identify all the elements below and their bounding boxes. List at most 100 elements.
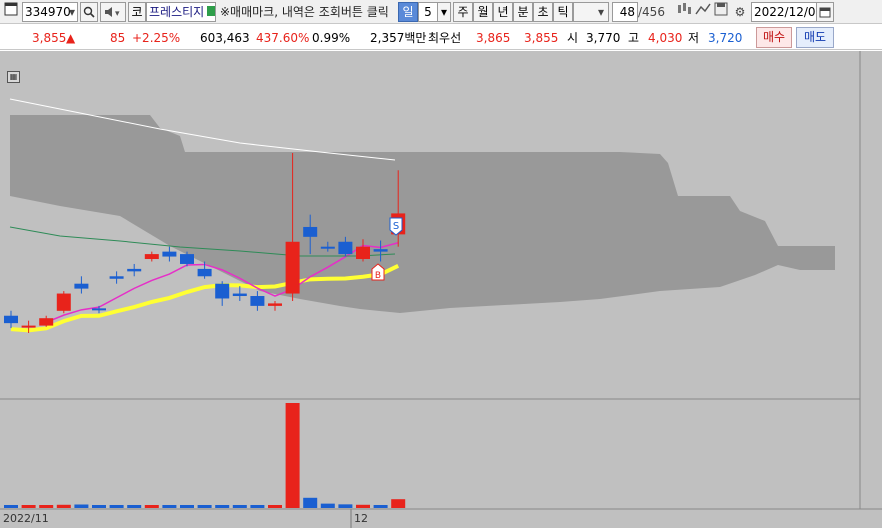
volume-bar[interactable] bbox=[74, 504, 89, 509]
volume-bar[interactable] bbox=[338, 504, 353, 508]
candle-body[interactable] bbox=[56, 293, 71, 311]
grid-toggle-icon[interactable]: ▦ bbox=[7, 71, 20, 83]
quote-bar: 3,855 ▲ 85 +2.25% 603,463 437.60% 0.99% … bbox=[0, 26, 882, 50]
candle-body[interactable] bbox=[109, 276, 124, 279]
search-icon bbox=[83, 6, 95, 18]
volume-bar[interactable] bbox=[92, 505, 106, 508]
change-value: 85 bbox=[110, 31, 126, 45]
volume-bar[interactable] bbox=[180, 505, 194, 508]
candle-body[interactable] bbox=[303, 226, 318, 237]
open-label: 시 bbox=[567, 31, 579, 45]
high-label: 고 bbox=[628, 31, 640, 45]
volume-bar[interactable] bbox=[127, 505, 142, 508]
candle-body[interactable] bbox=[215, 283, 230, 299]
volume-bar[interactable] bbox=[56, 504, 71, 508]
best-quote-label: 최우선 bbox=[428, 31, 462, 45]
x-axis-label-month2: 12 bbox=[354, 512, 368, 525]
trend-icon[interactable] bbox=[694, 2, 712, 22]
x-axis-label-month1: 2022/11 bbox=[3, 512, 49, 525]
candle-body[interactable] bbox=[338, 241, 353, 255]
calendar-icon bbox=[819, 7, 831, 18]
change-percent: +2.25% bbox=[132, 31, 181, 45]
up-arrow-icon: ▲ bbox=[66, 31, 76, 45]
candle-body[interactable] bbox=[74, 283, 89, 289]
candle-body[interactable] bbox=[373, 249, 388, 252]
count-input[interactable]: 48 bbox=[612, 2, 638, 22]
candle-body[interactable] bbox=[39, 318, 54, 326]
volume-bar[interactable] bbox=[320, 503, 335, 508]
volume-bar[interactable] bbox=[373, 505, 388, 508]
volume-bar[interactable] bbox=[356, 504, 370, 508]
volume-bar[interactable] bbox=[285, 403, 300, 508]
buy-marker-label: B bbox=[375, 271, 381, 281]
volume-bar[interactable] bbox=[232, 505, 247, 508]
volume-bar[interactable] bbox=[39, 505, 54, 508]
candle-body[interactable] bbox=[127, 268, 142, 272]
volume-bar[interactable] bbox=[4, 505, 18, 508]
period-month-tab[interactable]: 월 bbox=[473, 2, 493, 22]
total-count: /456 bbox=[638, 5, 665, 19]
period-minute-tab[interactable]: 분 bbox=[513, 2, 533, 22]
volume-ratio: 437.60% bbox=[256, 31, 310, 45]
volume-bar[interactable] bbox=[197, 505, 212, 508]
gear-icon[interactable]: ⚙ bbox=[731, 2, 749, 22]
candle-body[interactable] bbox=[356, 246, 370, 260]
open-price: 3,770 bbox=[586, 31, 621, 45]
candlestick-chart[interactable]: S B ▦ 2022/11 12 bbox=[0, 51, 882, 528]
search-button[interactable] bbox=[80, 2, 98, 22]
candle-body[interactable] bbox=[162, 251, 177, 257]
save-icon[interactable] bbox=[712, 2, 730, 22]
volume-bar[interactable] bbox=[391, 499, 406, 508]
candle-body[interactable] bbox=[180, 254, 194, 264]
high-price: 4,030 bbox=[648, 31, 683, 45]
window-icon[interactable] bbox=[2, 2, 20, 22]
speaker-icon: ▾ bbox=[105, 7, 120, 19]
chart-type-icon[interactable] bbox=[674, 2, 694, 22]
volume-bar[interactable] bbox=[162, 505, 177, 508]
period-day-tab[interactable]: 일 bbox=[398, 2, 418, 22]
candle-body[interactable] bbox=[197, 268, 212, 277]
volume-value: 603,463 bbox=[200, 31, 250, 45]
svg-text:▾: ▾ bbox=[115, 9, 120, 18]
chart-canvas: S B bbox=[0, 51, 882, 528]
best-bid: 3,855 bbox=[524, 31, 559, 45]
period-tick-tab[interactable]: 틱 bbox=[553, 2, 573, 22]
period-dropdown[interactable]: ▾ bbox=[437, 2, 451, 22]
turnover-rate: 0.99% bbox=[312, 31, 351, 45]
calendar-button[interactable] bbox=[816, 2, 834, 22]
volume-bar[interactable] bbox=[21, 505, 36, 508]
market-button[interactable]: 코 bbox=[128, 2, 146, 22]
best-ask: 3,865 bbox=[476, 31, 511, 45]
period-second-tab[interactable]: 초 bbox=[533, 2, 553, 22]
volume-bar[interactable] bbox=[303, 497, 318, 508]
period-value-field[interactable]: 5 bbox=[418, 2, 438, 22]
volume-bar[interactable] bbox=[268, 505, 282, 508]
candle-body[interactable] bbox=[21, 325, 36, 328]
sell-marker-label: S bbox=[393, 221, 399, 232]
candle-body[interactable] bbox=[4, 315, 18, 324]
date-input[interactable]: 2022/12/05 bbox=[751, 2, 817, 22]
low-label: 저 bbox=[688, 31, 700, 45]
period-week-tab[interactable]: 주 bbox=[453, 2, 473, 22]
volume-bar[interactable] bbox=[144, 505, 159, 508]
tick-dropdown-icon[interactable]: ▾ bbox=[594, 2, 608, 22]
candle-body[interactable] bbox=[320, 246, 335, 249]
candle-body[interactable] bbox=[232, 293, 247, 297]
candle-body[interactable] bbox=[144, 254, 159, 260]
sound-button[interactable]: ▾ bbox=[100, 2, 126, 22]
volume-bar[interactable] bbox=[215, 505, 230, 508]
stock-name-icon[interactable] bbox=[206, 2, 216, 22]
trade-amount: 2,357백만 bbox=[370, 31, 427, 45]
period-year-tab[interactable]: 년 bbox=[493, 2, 513, 22]
notice-text: ※매매마크, 내역은 조회버튼 클릭 bbox=[220, 5, 389, 19]
candle-body[interactable] bbox=[250, 296, 265, 306]
code-dropdown-icon[interactable]: ▾ bbox=[66, 2, 78, 22]
candle-body[interactable] bbox=[92, 308, 106, 311]
candle-body[interactable] bbox=[268, 303, 282, 306]
volume-bar[interactable] bbox=[109, 505, 124, 508]
sell-button[interactable]: 매도 bbox=[796, 27, 834, 48]
toolbar: 334970 ▾ ▾ 코 프레스티지 ※매매마크, 내역은 조회버튼 클릭 일 … bbox=[0, 0, 882, 24]
candle-body[interactable] bbox=[285, 241, 300, 294]
volume-bar[interactable] bbox=[250, 505, 265, 508]
buy-button[interactable]: 매수 bbox=[756, 27, 792, 48]
